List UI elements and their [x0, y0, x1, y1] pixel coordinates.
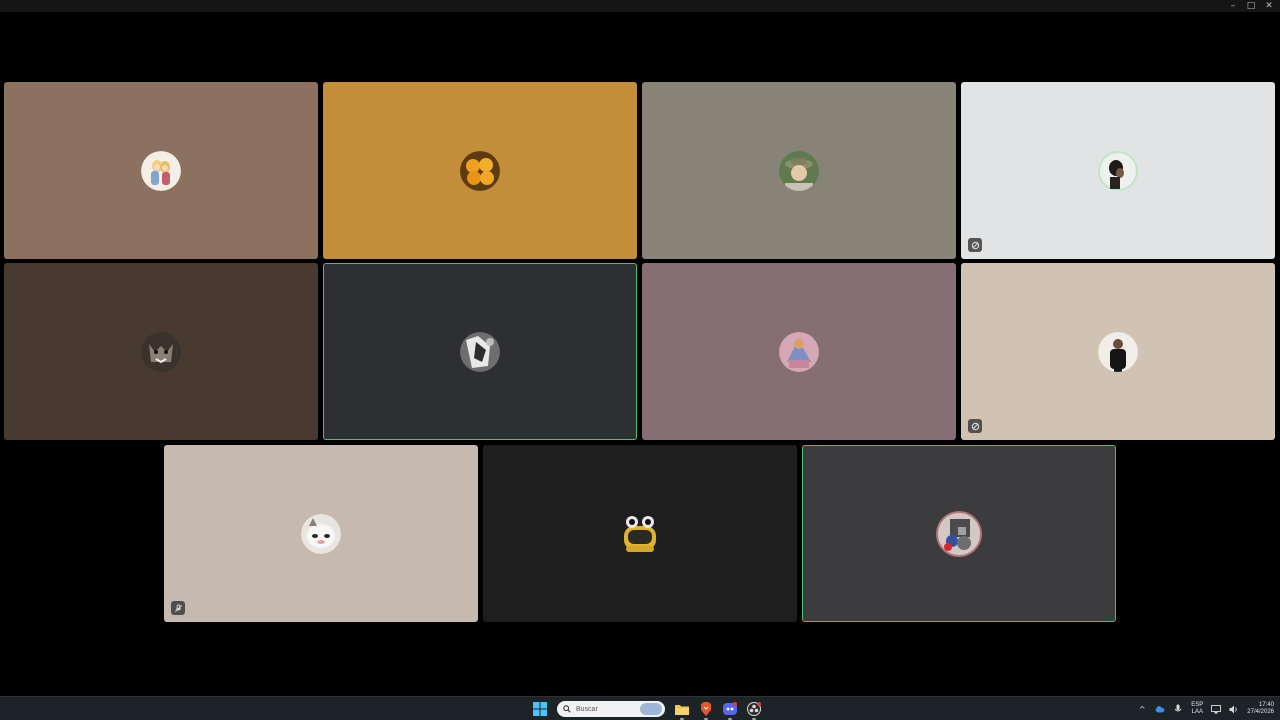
file-explorer-icon[interactable] — [673, 700, 691, 720]
window-controls: – □ ✕ — [1228, 0, 1274, 12]
desktop-screen: – □ ✕ Buscar ^ ESP LAA 17:40 27/4/2026 — [0, 0, 1280, 720]
participant-tile[interactable] — [323, 263, 637, 440]
taskbar-clock[interactable]: 17:40 27/4/2026 — [1247, 702, 1274, 716]
participant-avatar[interactable] — [460, 150, 500, 191]
taskbar-search-box[interactable]: Buscar — [557, 701, 665, 717]
participant-avatar[interactable] — [141, 150, 181, 191]
participant-avatar[interactable] — [141, 331, 181, 372]
activity-icon — [968, 238, 982, 252]
participant-avatar[interactable] — [301, 513, 341, 554]
activity-icon — [968, 419, 982, 433]
display-icon[interactable] — [1211, 704, 1222, 714]
participant-tile[interactable] — [4, 82, 318, 259]
language-code: ESP — [1191, 702, 1204, 708]
participant-avatar[interactable] — [779, 150, 819, 191]
participant-tile[interactable] — [4, 263, 318, 440]
obs-icon[interactable] — [745, 700, 763, 720]
brave-browser-icon[interactable] — [697, 700, 715, 720]
search-icon — [563, 700, 571, 718]
participant-tile[interactable] — [642, 82, 956, 259]
participant-tile[interactable] — [164, 445, 478, 622]
minimize-button[interactable]: – — [1228, 1, 1238, 11]
volume-icon[interactable] — [1229, 704, 1239, 714]
maximize-button[interactable]: □ — [1246, 1, 1256, 11]
participant-tile[interactable] — [961, 82, 1275, 259]
system-tray: ^ ESP LAA 17:40 27/4/2026 — [1137, 697, 1274, 720]
taskbar: Buscar ^ ESP LAA 17:40 27/4/2026 — [0, 696, 1280, 720]
participant-avatar[interactable] — [620, 514, 660, 554]
microphone-icon[interactable] — [1173, 704, 1183, 714]
clock-date: 27/4/2026 — [1247, 709, 1274, 715]
keyboard-layout: LAA — [1191, 709, 1203, 715]
close-button[interactable]: ✕ — [1264, 1, 1274, 11]
show-hidden-icons-chevron-icon[interactable]: ^ — [1137, 704, 1147, 714]
participant-tile[interactable] — [961, 263, 1275, 440]
participant-tile[interactable] — [642, 263, 956, 440]
participant-tile[interactable] — [483, 445, 797, 622]
participant-avatar[interactable] — [779, 331, 819, 372]
participant-avatar[interactable] — [1098, 331, 1138, 372]
onedrive-cloud-icon[interactable] — [1155, 704, 1165, 714]
participant-avatar[interactable] — [936, 510, 982, 557]
window-title-bar: – □ ✕ — [0, 0, 1280, 12]
start-button-icon[interactable] — [531, 700, 549, 718]
input-language-indicator[interactable]: ESP LAA — [1191, 702, 1203, 716]
participant-avatar[interactable] — [460, 331, 500, 372]
discord-icon[interactable] — [721, 700, 739, 720]
clock-time: 17:40 — [1258, 702, 1274, 708]
participant-tile[interactable] — [802, 445, 1116, 622]
taskbar-center: Buscar — [531, 699, 763, 720]
search-highlight-image — [640, 703, 662, 715]
participant-avatar[interactable] — [1098, 150, 1138, 191]
participant-tile[interactable] — [323, 82, 637, 259]
muted-mic-icon — [171, 601, 185, 615]
search-placeholder: Buscar — [576, 705, 598, 713]
